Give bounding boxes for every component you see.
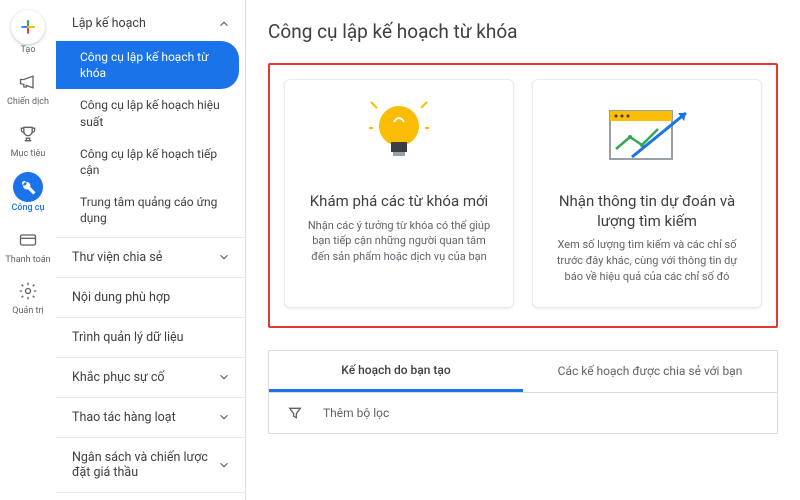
- sidebar-section-planning-label: Lập kế hoạch: [72, 16, 146, 31]
- filter-placeholder: Thêm bộ lọc: [323, 406, 389, 420]
- filter-icon: [287, 405, 303, 421]
- sidebar-section-shared-label: Thư viện chia sẻ: [72, 250, 162, 265]
- sidebar-item-reach-planner[interactable]: Công cụ lập kế hoạch tiếp cận: [56, 138, 245, 186]
- rail-create-label: Tạo: [21, 46, 36, 56]
- chevron-up-icon: [217, 17, 231, 31]
- card-forecast-desc: Xem số lượng tìm kiếm và các chỉ số trướ…: [553, 237, 741, 285]
- rail-tools-label: Công cụ: [11, 204, 44, 214]
- rail-create[interactable]: Tạo: [0, 10, 56, 56]
- card-forecast-title: Nhận thông tin dự đoán và lượng tìm kiếm: [553, 192, 741, 231]
- card-discover-keywords[interactable]: Khám phá các từ khóa mới Nhận các ý tưởn…: [284, 79, 514, 308]
- sidebar-section-bulk-label: Thao tác hàng loạt: [72, 410, 176, 425]
- megaphone-icon: [14, 68, 42, 96]
- sidebar-item-content-suitability-label: Nội dung phù hợp: [72, 290, 170, 305]
- rail-billing-label: Thanh toán: [5, 256, 50, 266]
- sidebar-section-planning[interactable]: Lập kế hoạch: [56, 6, 245, 41]
- rail-billing[interactable]: Thanh toán: [0, 226, 56, 266]
- sidebar-item-performance-planner[interactable]: Công cụ lập kế hoạch hiệu suất: [56, 89, 245, 137]
- sidebar-item-data-manager-label: Trình quản lý dữ liệu: [72, 330, 184, 345]
- chart-arrow-icon: [602, 98, 692, 178]
- chevron-down-icon: [217, 250, 231, 264]
- page-title: Công cụ lập kế hoạch từ khóa: [268, 20, 778, 43]
- sidebar-item-bizdata[interactable]: Dữ liệu doanh nghiệp: [56, 495, 245, 500]
- plus-icon: [11, 10, 45, 44]
- card-discover-desc: Nhận các ý tưởng từ khóa có thể giúp bạn…: [305, 218, 493, 266]
- rail-campaigns[interactable]: Chiến dịch: [0, 68, 56, 108]
- lightbulb-icon: [369, 98, 429, 178]
- sidebar-section-bulk[interactable]: Thao tác hàng loạt: [56, 400, 245, 435]
- sidebar-section-budgets[interactable]: Ngân sách và chiến lược đặt giá thầu: [56, 440, 245, 490]
- sidebar-item-keyword-planner[interactable]: Công cụ lập kế hoạch từ khóa: [56, 41, 239, 89]
- sidebar-section-shared[interactable]: Thư viện chia sẻ: [56, 240, 245, 275]
- rail-goals-label: Mục tiêu: [11, 150, 46, 160]
- rail-admin-label: Quản trị: [12, 307, 43, 317]
- sidebar-section-troubleshoot[interactable]: Khắc phục sự cố: [56, 360, 245, 395]
- main-content: Công cụ lập kế hoạch từ khóa Khám phá cá…: [246, 0, 800, 500]
- highlighted-card-row: Khám phá các từ khóa mới Nhận các ý tưởn…: [268, 63, 778, 328]
- chevron-down-icon: [217, 370, 231, 384]
- sidebar-item-app-ads-hub[interactable]: Trung tâm quảng cáo ứng dụng: [56, 186, 245, 234]
- sidebar-section-troubleshoot-label: Khắc phục sự cố: [72, 370, 165, 385]
- gear-icon: [14, 277, 42, 305]
- card-icon: [14, 226, 42, 254]
- trophy-icon: [14, 120, 42, 148]
- tab-my-plans[interactable]: Kế hoạch do bạn tạo: [269, 351, 523, 392]
- plans-tabs: Kế hoạch do bạn tạo Các kế hoạch được ch…: [268, 350, 778, 392]
- sidebar: Lập kế hoạch Công cụ lập kế hoạch từ khó…: [56, 0, 246, 500]
- rail-goals[interactable]: Mục tiêu: [0, 120, 56, 160]
- rail-admin[interactable]: Quản trị: [0, 277, 56, 317]
- left-icon-rail: Tạo Chiến dịch Mục tiêu Công cụ Thanh to…: [0, 0, 56, 500]
- sidebar-item-data-manager[interactable]: Trình quản lý dữ liệu: [56, 320, 245, 355]
- tab-shared-plans[interactable]: Các kế hoạch được chia sẻ với bạn: [523, 351, 777, 392]
- rail-tools[interactable]: Công cụ: [0, 172, 56, 214]
- card-forecast[interactable]: Nhận thông tin dự đoán và lượng tìm kiếm…: [532, 79, 762, 308]
- rail-campaigns-label: Chiến dịch: [7, 98, 49, 108]
- wrench-icon: [13, 172, 43, 202]
- chevron-down-icon: [217, 410, 231, 424]
- filter-row[interactable]: Thêm bộ lọc: [268, 392, 778, 434]
- sidebar-item-content-suitability[interactable]: Nội dung phù hợp: [56, 280, 245, 315]
- card-discover-title: Khám phá các từ khóa mới: [310, 192, 488, 212]
- sidebar-section-budgets-label: Ngân sách và chiến lược đặt giá thầu: [72, 450, 217, 480]
- chevron-down-icon: [217, 458, 231, 472]
